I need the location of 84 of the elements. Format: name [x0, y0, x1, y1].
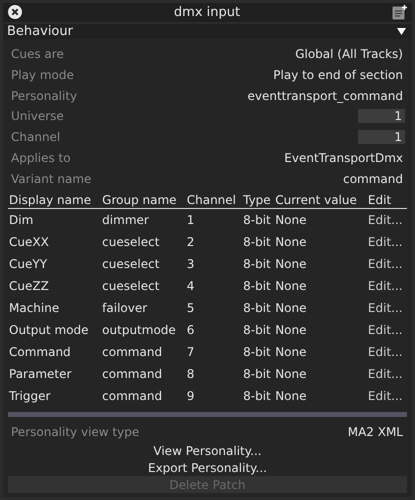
edit-link[interactable]: Edit... [366, 385, 407, 408]
table-cell-text: 8-bit [242, 256, 272, 274]
table-cell-text: 7 [186, 344, 196, 362]
table-cell-text: None [274, 388, 308, 406]
table-cell-text: 6 [186, 322, 196, 340]
table-cell-text: Machine [8, 300, 60, 318]
table-cell-text: failover [101, 300, 148, 318]
table-cell: None [274, 208, 367, 232]
table-cell-text: 8-bit [242, 388, 272, 406]
table-cell-text: None [274, 300, 308, 318]
table-cell-text: CueYY [8, 256, 48, 274]
property-label: Play mode [11, 68, 74, 82]
table-cell-text: 8-bit [242, 234, 272, 252]
section-header[interactable]: Behaviour [3, 24, 412, 39]
table-cell-text: 8-bit [242, 344, 272, 362]
action-button[interactable]: Export Personality... [146, 459, 269, 476]
table-cell-text: None [274, 278, 308, 296]
table-cell: 1 [186, 208, 242, 232]
column-header[interactable]: Channel [186, 191, 242, 209]
table-cell-text: 9 [186, 388, 196, 406]
table-cell-text: 8-bit [242, 322, 272, 340]
edit-link[interactable]: Edit... [366, 297, 407, 320]
edit-link[interactable]: Edit... [366, 319, 407, 342]
column-header[interactable]: Edit [366, 191, 407, 209]
table-cell-text: 2 [186, 234, 196, 252]
property-value[interactable]: EventTransportDmx [284, 151, 403, 165]
table-cell-text: None [274, 322, 308, 340]
table-cell-text: 8-bit [242, 366, 272, 384]
edit-link[interactable]: Edit... [366, 275, 407, 298]
table-cell-text: None [274, 234, 308, 252]
property-label: Channel [11, 130, 60, 144]
number-field[interactable]: 1 [358, 130, 405, 144]
property-label: Personality [11, 88, 78, 103]
table-cell: 8-bit [242, 208, 274, 232]
table-cell-text: cueselect [101, 278, 160, 296]
table-cell-text: command [101, 366, 164, 384]
property-value[interactable]: Global (All Tracks) [295, 47, 403, 62]
edit-link[interactable]: Edit... [366, 208, 407, 232]
table-cell-text: cueselect [101, 234, 160, 252]
note-add-icon[interactable] [392, 4, 407, 20]
edit-link[interactable]: Edit... [366, 253, 407, 276]
action-button[interactable]: View Personality... [151, 442, 264, 459]
window-title: dmx input [172, 4, 242, 20]
table-cell: Dim [8, 208, 102, 232]
edit-link[interactable]: Edit... [366, 231, 407, 254]
table-cell-text: Trigger [8, 388, 52, 406]
column-header[interactable]: Type [242, 191, 274, 209]
property-label: Variant name [11, 172, 92, 186]
table-cell-text: outputmode [101, 322, 177, 340]
column-header[interactable]: Display name [8, 191, 102, 209]
edit-link[interactable]: Edit... [366, 363, 407, 386]
property-value[interactable]: MA2 XML [348, 424, 403, 439]
table-cell: dimmer [101, 208, 186, 232]
property-value[interactable]: eventtransport_command [247, 88, 403, 103]
dropdown-arrow-icon[interactable] [397, 28, 406, 35]
table-cell-text: CueZZ [8, 278, 50, 296]
property-label: Personality view type [11, 424, 140, 439]
table-cell-text: Command [8, 344, 72, 362]
property-value[interactable]: Play to end of section [273, 68, 403, 82]
edit-link[interactable]: Edit... [366, 341, 407, 364]
property-label: Applies to [11, 151, 71, 165]
column-header[interactable]: Current value [274, 191, 367, 209]
column-header[interactable]: Group name [101, 191, 186, 209]
table-cell-text: Output mode [8, 322, 90, 340]
property-label: Cues are [11, 47, 64, 62]
property-value[interactable]: command [343, 172, 403, 186]
close-icon[interactable] [8, 5, 22, 20]
number-field[interactable]: 1 [358, 109, 405, 124]
table-cell-text: command [101, 388, 164, 406]
table-cell-text: None [274, 256, 308, 274]
table-cell-text: cueselect [101, 256, 160, 274]
table-cell-text: Parameter [8, 366, 72, 384]
table-cell-text: CueXX [8, 234, 50, 252]
table-cell-text: 8-bit [242, 300, 272, 318]
table-cell-text: 5 [186, 300, 196, 318]
table-cell-text: 8 [186, 366, 196, 384]
scrollbar[interactable] [8, 412, 407, 418]
table-cell-text: 8-bit [242, 278, 272, 296]
table-cell-text: None [274, 366, 308, 384]
table-cell-text: 3 [186, 256, 196, 274]
table-cell-text: 4 [186, 278, 196, 296]
table-cell-text: command [101, 344, 164, 362]
table-cell-text: None [274, 344, 308, 362]
property-label: Universe [11, 109, 64, 124]
